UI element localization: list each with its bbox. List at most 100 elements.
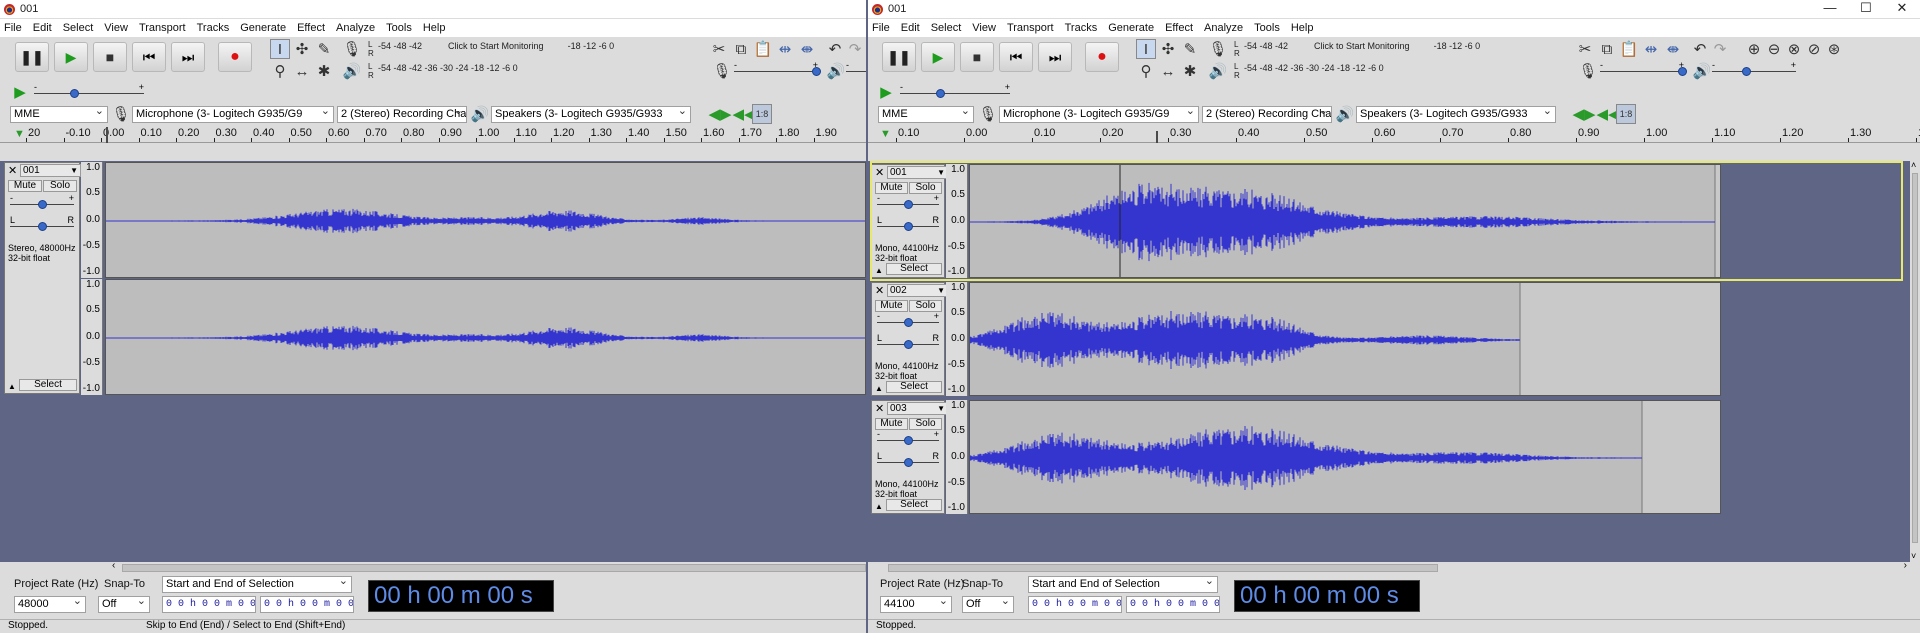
silence-button[interactable]: ⇼ xyxy=(1663,39,1683,59)
menu-select[interactable]: Select xyxy=(931,22,962,34)
timeline-ruler[interactable]: ▼ 20 -0.10 0.00 0.10 0.20 0.30 0.40 0.50 0.60 0.7… xyxy=(0,127,866,143)
zoom-tool[interactable]: ⚲ xyxy=(1136,61,1156,81)
waveform-track-002[interactable] xyxy=(969,282,1721,396)
snap-to-select[interactable]: Off xyxy=(962,596,1014,613)
record-button[interactable]: ● xyxy=(1085,42,1119,72)
playback-volume-slider[interactable]: - + xyxy=(1712,60,1796,79)
silence-button[interactable]: ⇼ xyxy=(797,39,817,59)
collapse-track-icon[interactable]: ▲ xyxy=(875,502,883,511)
slider-thumb[interactable] xyxy=(812,67,821,76)
zoom-tool[interactable]: ⚲ xyxy=(270,61,290,81)
copy-button[interactable]: ⧉ xyxy=(1597,39,1617,59)
skip-to-end-button[interactable]: ⏭ xyxy=(1038,42,1072,72)
selection-mode-select[interactable]: Start and End of Selection xyxy=(1028,576,1218,593)
slider-thumb[interactable] xyxy=(904,318,913,327)
track-name-menu[interactable]: 001 xyxy=(887,166,948,179)
timeshift-tool[interactable]: ↔ xyxy=(1158,61,1178,81)
selection-end-time[interactable]: 0 0 h 0 0 m 0 0 s xyxy=(260,596,354,613)
vertical-scrollbar[interactable]: ˄ ˅ xyxy=(1910,160,1920,563)
menu-view[interactable]: View xyxy=(104,22,128,34)
multi-tool[interactable]: ✱ xyxy=(1180,61,1200,81)
menu-file[interactable]: File xyxy=(872,22,890,34)
collapse-track-icon[interactable]: ▲ xyxy=(875,384,883,393)
skip-to-end-button[interactable]: ⏭ xyxy=(171,42,205,72)
menu-effect[interactable]: Effect xyxy=(297,22,325,34)
slider-thumb[interactable] xyxy=(1742,67,1751,76)
monitor-hint[interactable]: Click to Start Monitoring xyxy=(448,41,544,51)
menu-tracks[interactable]: Tracks xyxy=(197,22,230,34)
collapse-track-icon[interactable]: ▲ xyxy=(875,266,883,275)
selection-start-time[interactable]: 0 0 h 0 0 m 0 0 s xyxy=(162,596,256,613)
horizontal-scrollbar[interactable]: ‹ xyxy=(0,560,866,574)
waveform-track-003[interactable] xyxy=(969,400,1721,514)
menu-select[interactable]: Select xyxy=(63,22,94,34)
menu-edit[interactable]: Edit xyxy=(901,22,920,34)
waveform-track-001[interactable] xyxy=(969,164,1721,278)
scroll-left-icon[interactable]: ‹ xyxy=(112,560,115,571)
record-meter[interactable]: LR -54 -48 -42 Click to Start Monitoring -… xyxy=(1226,40,1556,60)
close-button[interactable]: ✕ xyxy=(1884,0,1920,18)
recording-volume-slider[interactable]: - + xyxy=(734,60,821,79)
track-name-menu[interactable]: 001 xyxy=(20,164,81,177)
pan-slider[interactable]: LR xyxy=(877,451,939,470)
track-select-button[interactable]: Select xyxy=(886,499,942,511)
monitor-hint[interactable]: Click to Start Monitoring xyxy=(1314,41,1410,51)
play-at-speed-button[interactable]: ▶ xyxy=(10,82,30,102)
scrollbar-thumb[interactable] xyxy=(888,564,1438,572)
zoom-toggle-button[interactable]: ⊛ xyxy=(1824,39,1844,59)
envelope-tool[interactable]: ✣ xyxy=(1158,39,1178,59)
audio-host-select[interactable]: MME xyxy=(878,106,974,123)
track-close-button[interactable]: ✕ xyxy=(875,284,884,297)
track-select-button[interactable]: Select xyxy=(886,381,942,393)
mute-button[interactable]: Mute xyxy=(8,180,42,192)
envelope-tool[interactable]: ✣ xyxy=(292,39,312,59)
zoom-out-button[interactable]: ⊖ xyxy=(1764,39,1784,59)
menu-tools[interactable]: Tools xyxy=(386,22,412,34)
playback-device-select[interactable]: Speakers (3- Logitech G935/G933 xyxy=(491,106,691,123)
recording-channels-select[interactable]: 2 (Stereo) Recording Chann xyxy=(337,106,467,123)
collapse-track-icon[interactable]: ▲ xyxy=(8,382,16,391)
slider-thumb[interactable] xyxy=(904,458,913,467)
selection-tool[interactable]: I xyxy=(1136,39,1156,59)
playback-meter[interactable]: LR -54 -48 -42 -36 -30 -24 -18 -12 -6 0 xyxy=(360,62,690,82)
slider-thumb[interactable] xyxy=(904,436,913,445)
selection-end-time[interactable]: 0 0 h 0 0 m 0 0 s xyxy=(1126,596,1220,613)
menu-view[interactable]: View xyxy=(972,22,996,34)
menu-generate[interactable]: Generate xyxy=(240,22,286,34)
cut-button[interactable]: ✂ xyxy=(709,39,729,59)
slider-thumb[interactable] xyxy=(936,89,945,98)
scroll-up-icon[interactable]: ˄ xyxy=(1911,160,1916,170)
timeline-options-icon[interactable]: ▼ xyxy=(14,128,25,140)
gain-slider[interactable]: - + xyxy=(877,429,939,448)
fit-selection-zoom-button[interactable]: ⊗ xyxy=(1784,39,1804,59)
stop-button[interactable]: ■ xyxy=(960,42,994,72)
timeline-ruler[interactable]: ▼ 0.10 0.00 0.10 0.20 0.30 0.40 0.50 0.60 0.70 0.… xyxy=(868,127,1920,143)
record-meter[interactable]: LR -54 -48 -42 Click to Start Monitoring -… xyxy=(360,40,690,60)
slider-thumb[interactable] xyxy=(1678,67,1687,76)
selection-mode-select[interactable]: Start and End of Selection xyxy=(162,576,352,593)
menu-help[interactable]: Help xyxy=(423,22,446,34)
playback-device-select[interactable]: Speakers (3- Logitech G935/G933 xyxy=(1356,106,1556,123)
menu-generate[interactable]: Generate xyxy=(1108,22,1154,34)
menu-effect[interactable]: Effect xyxy=(1165,22,1193,34)
solo-button[interactable]: Solo xyxy=(43,180,77,192)
trim-button[interactable]: ⇹ xyxy=(1641,39,1661,59)
track-select-button[interactable]: Select xyxy=(19,379,77,391)
play-at-speed-button[interactable]: ▶ xyxy=(876,82,896,102)
paste-button[interactable]: 📋 xyxy=(1619,39,1639,59)
gain-slider[interactable]: - + xyxy=(877,311,939,330)
trim-button[interactable]: ⇹ xyxy=(775,39,795,59)
pan-slider[interactable]: LR xyxy=(877,333,939,352)
zoom-toggle-button-2[interactable]: 1:8 xyxy=(1616,104,1636,124)
menu-tools[interactable]: Tools xyxy=(1254,22,1280,34)
audio-position-display[interactable]: 00 h 00 m 00 s xyxy=(1234,580,1420,612)
gain-slider[interactable]: - + xyxy=(10,193,74,212)
track-select-button[interactable]: Select xyxy=(886,263,942,275)
fit-project-button[interactable]: ◀◀ xyxy=(732,104,755,124)
recording-channels-select[interactable]: 2 (Stereo) Recording Chann xyxy=(1202,106,1332,123)
paste-button[interactable]: 📋 xyxy=(753,39,773,59)
redo-button[interactable]: ↷ xyxy=(845,39,865,59)
vscroll-thumb[interactable] xyxy=(1912,173,1918,543)
menu-help[interactable]: Help xyxy=(1291,22,1314,34)
copy-button[interactable]: ⧉ xyxy=(731,39,751,59)
